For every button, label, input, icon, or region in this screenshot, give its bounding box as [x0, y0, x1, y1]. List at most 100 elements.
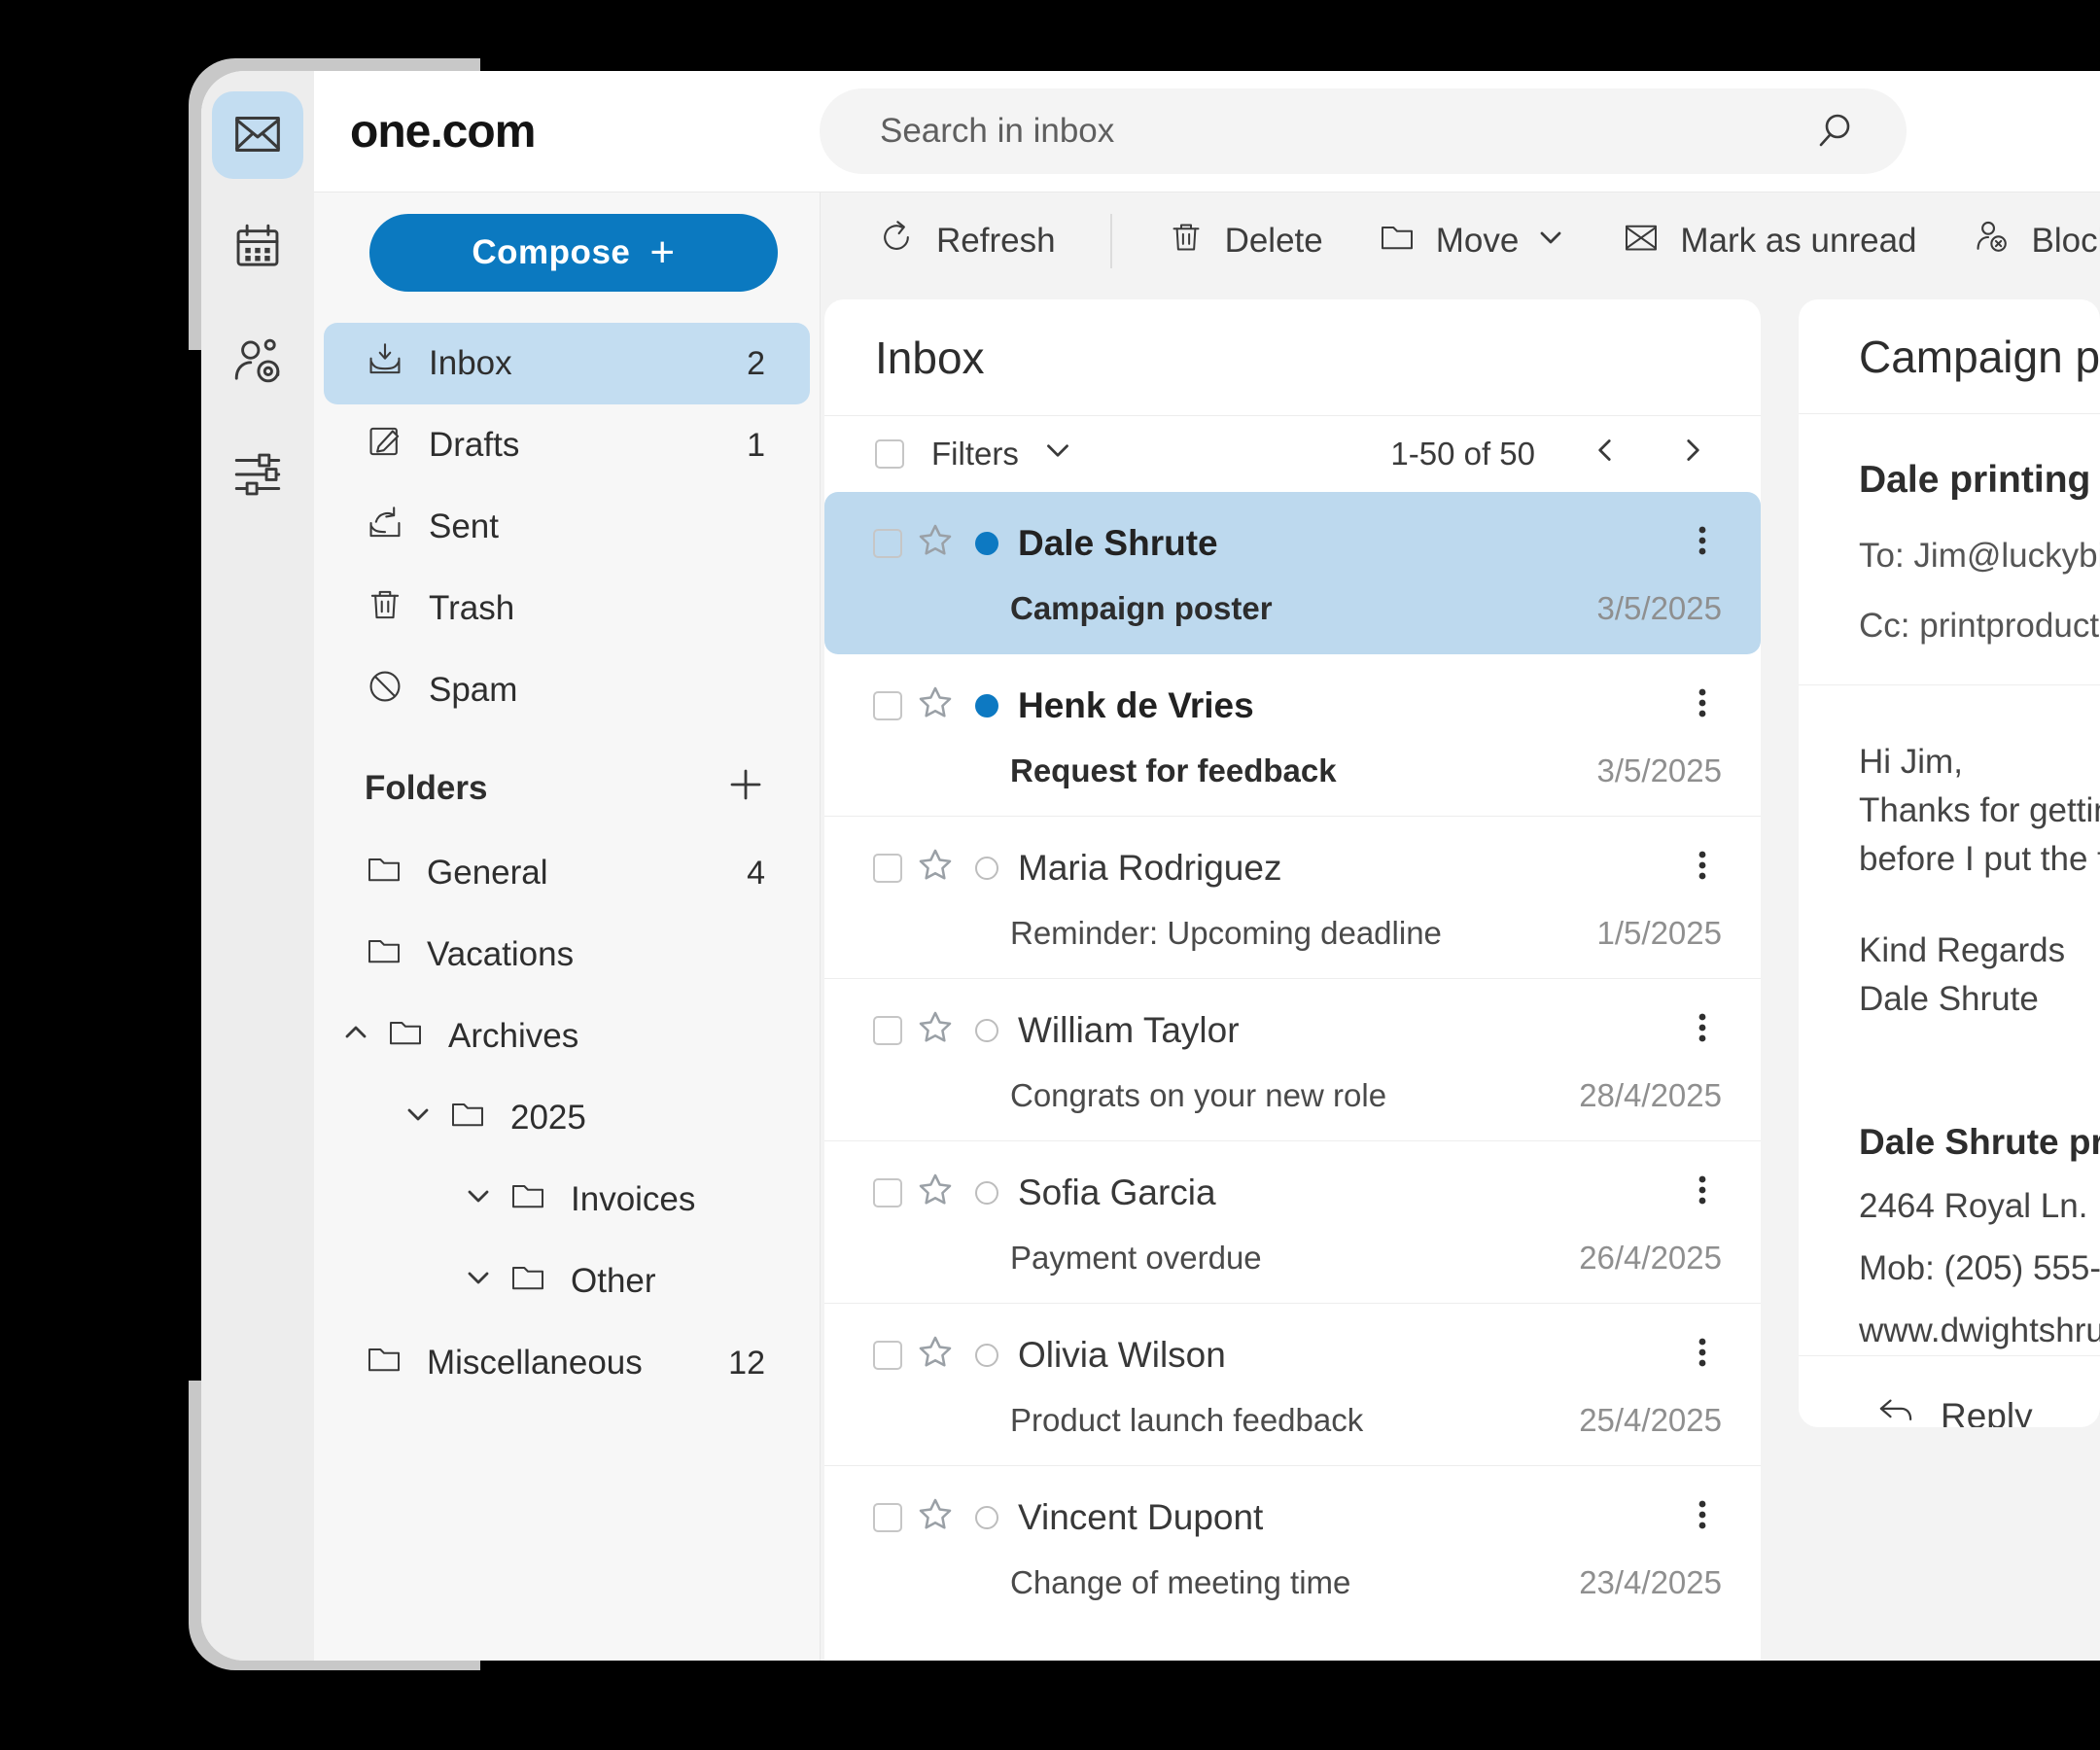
folder-item-general[interactable]: General 4 — [324, 832, 810, 914]
kebab-menu-icon[interactable] — [1683, 1333, 1722, 1377]
filters-label[interactable]: Filters — [931, 436, 1019, 472]
email-row[interactable]: Olivia Wilson Product launch feedback 25… — [824, 1304, 1761, 1466]
row-checkbox[interactable] — [873, 1503, 902, 1532]
body-line: before I put the f — [1859, 835, 2100, 884]
trash-icon — [1167, 218, 1206, 265]
prev-page-button[interactable] — [1588, 433, 1623, 475]
email-subject: Reminder: Upcoming deadline — [1010, 915, 1442, 952]
list-title: Inbox — [824, 299, 1761, 416]
body-line: Hi Jim, — [1859, 738, 2100, 787]
email-date: 25/4/2025 — [1579, 1402, 1722, 1439]
star-icon[interactable] — [917, 847, 954, 889]
star-icon[interactable] — [917, 522, 954, 564]
message-from: Dale printing — [1859, 459, 2100, 502]
chevron-down-icon[interactable] — [462, 1179, 495, 1221]
calendar-icon — [229, 219, 286, 280]
sidebar-item-inbox[interactable]: Inbox 2 — [324, 323, 810, 404]
star-icon[interactable] — [917, 1334, 954, 1376]
sidebar-item-sent[interactable]: Sent — [324, 486, 810, 568]
email-subject: Congrats on your new role — [1010, 1077, 1386, 1114]
folder-item-vacations[interactable]: Vacations — [324, 914, 810, 996]
chevron-down-icon[interactable] — [462, 1261, 495, 1303]
email-subject: Campaign poster — [1010, 590, 1273, 627]
chevron-down-icon[interactable] — [402, 1098, 435, 1139]
email-subject: Payment overdue — [1010, 1240, 1262, 1277]
row-checkbox[interactable] — [873, 854, 902, 883]
rail-mail-button[interactable] — [212, 91, 303, 179]
toolbar-divider — [1110, 214, 1112, 268]
inbox-icon — [365, 339, 405, 389]
sidebar-item-drafts[interactable]: Drafts 1 — [324, 404, 810, 486]
count-badge: 1 — [747, 427, 765, 465]
folder-item-archives[interactable]: Archives — [324, 996, 810, 1077]
folders-header-label: Folders — [365, 769, 487, 808]
email-row[interactable]: Dale Shrute Campaign poster 3/5/2025 — [824, 492, 1761, 654]
email-date: 3/5/2025 — [1597, 752, 1722, 789]
star-icon[interactable] — [917, 1172, 954, 1213]
star-icon[interactable] — [917, 1009, 954, 1051]
kebab-menu-icon[interactable] — [1683, 521, 1722, 565]
sidebar-item-trash[interactable]: Trash — [324, 568, 810, 649]
rail-contacts-button[interactable] — [212, 319, 303, 406]
row-checkbox[interactable] — [873, 691, 902, 720]
reply-button[interactable]: Reply — [1874, 1391, 2033, 1427]
brand-logo: one.com — [350, 105, 535, 158]
email-row[interactable]: Henk de Vries Request for feedback 3/5/2… — [824, 654, 1761, 817]
refresh-button[interactable]: Refresh — [876, 217, 1056, 266]
add-folder-button[interactable] — [726, 765, 765, 813]
count-badge: 12 — [728, 1345, 810, 1382]
kebab-menu-icon[interactable] — [1683, 846, 1722, 890]
folder-item-miscellaneous[interactable]: Miscellaneous 12 — [324, 1322, 810, 1404]
email-row[interactable]: Sofia Garcia Payment overdue 26/4/2025 — [824, 1141, 1761, 1304]
email-row[interactable]: Vincent Dupont Change of meeting time 23… — [824, 1466, 1761, 1628]
folder-item-invoices[interactable]: Invoices — [324, 1159, 810, 1241]
folder-icon — [1378, 218, 1417, 265]
chevron-down-icon[interactable] — [1040, 433, 1075, 475]
folder-item-2025[interactable]: 2025 — [324, 1077, 810, 1159]
chevron-up-icon[interactable] — [339, 1016, 372, 1058]
settings-sliders-icon — [229, 446, 286, 508]
row-checkbox[interactable] — [873, 529, 902, 558]
read-indicator — [975, 857, 998, 880]
kebab-menu-icon[interactable] — [1683, 1495, 1722, 1539]
chevron-down-icon — [1534, 221, 1567, 262]
row-checkbox[interactable] — [873, 1341, 902, 1370]
email-date: 23/4/2025 — [1579, 1564, 1722, 1601]
row-checkbox[interactable] — [873, 1016, 902, 1045]
compose-label: Compose — [472, 233, 630, 272]
move-button[interactable]: Move — [1378, 218, 1568, 265]
block-sender-icon — [1972, 217, 2012, 266]
delete-button[interactable]: Delete — [1167, 218, 1323, 265]
plus-icon: + — [649, 231, 675, 274]
mark-as-unread-button[interactable]: Mark as unread — [1622, 218, 1916, 265]
kebab-menu-icon[interactable] — [1683, 683, 1722, 727]
workspace: Refresh Delete Move Mark as unread — [820, 192, 2100, 1661]
filters-row: Filters 1-50 of 50 — [824, 416, 1761, 492]
select-all-checkbox[interactable] — [875, 439, 904, 469]
sidebar-item-spam[interactable]: Spam — [324, 649, 810, 731]
search-input[interactable] — [878, 111, 1800, 152]
email-row[interactable]: Maria Rodriguez Reminder: Upcoming deadl… — [824, 817, 1761, 979]
folder-item-other[interactable]: Other — [324, 1241, 810, 1322]
rail-calendar-button[interactable] — [212, 205, 303, 293]
sidebar-item-label: Trash — [429, 589, 514, 628]
next-page-button[interactable] — [1675, 433, 1710, 475]
compose-button[interactable]: Compose + — [369, 214, 778, 292]
star-icon[interactable] — [917, 1496, 954, 1538]
search-bar[interactable] — [820, 88, 1907, 174]
reading-pane: Campaign p Dale printing To: Jim@luckybi… — [1799, 299, 2100, 1427]
kebab-menu-icon[interactable] — [1683, 1171, 1722, 1214]
kebab-menu-icon[interactable] — [1683, 1008, 1722, 1052]
star-icon[interactable] — [917, 684, 954, 726]
search-icon[interactable] — [1813, 110, 1856, 158]
folder-icon — [448, 1095, 487, 1142]
block-sender-button[interactable]: Block sender — [1972, 217, 2100, 266]
read-indicator — [975, 1019, 998, 1042]
rail-settings-button[interactable] — [212, 433, 303, 520]
webmail-window: one.com Compose + Inbox — [201, 71, 2100, 1661]
email-date: 26/4/2025 — [1579, 1240, 1722, 1277]
signature-block: Dale Shrute printi 2464 Royal Ln. Mes Mo… — [1859, 1117, 2100, 1355]
email-row[interactable]: William Taylor Congrats on your new role… — [824, 979, 1761, 1141]
read-indicator — [975, 1181, 998, 1205]
row-checkbox[interactable] — [873, 1178, 902, 1208]
